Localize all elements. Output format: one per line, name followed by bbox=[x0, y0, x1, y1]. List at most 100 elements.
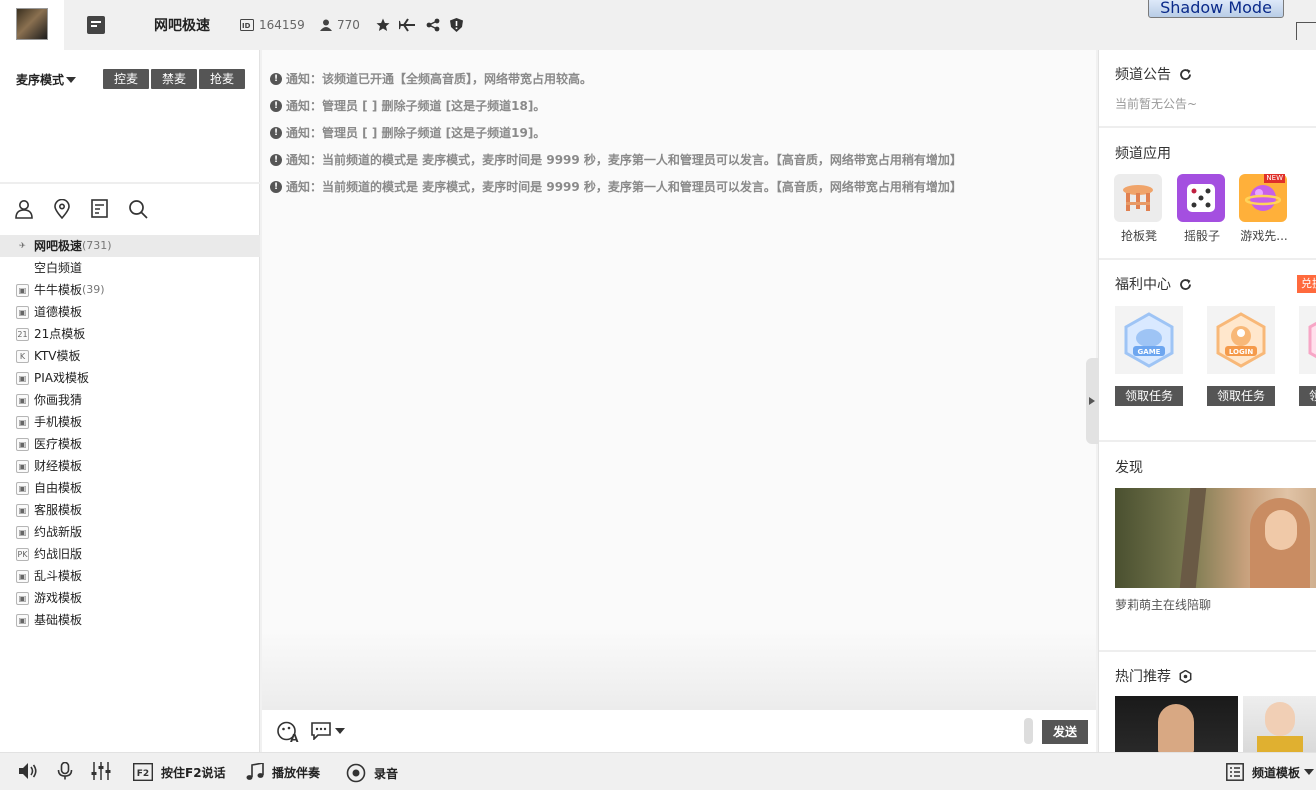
app-grab-bench[interactable]: 抢板凳 bbox=[1114, 174, 1164, 244]
channel-list: ✈ 网吧极速 (731) 空白频道 ▣ 牛牛模板 (39) ▣ 道德模板 21 21点模板 … bbox=[0, 235, 260, 631]
channel-item[interactable]: ▣ 道德模板 bbox=[0, 301, 260, 323]
apps-header: 频道应用 bbox=[1115, 146, 1171, 162]
divider bbox=[1099, 440, 1316, 442]
control-mic-button[interactable]: 控麦 bbox=[103, 69, 149, 89]
channel-item[interactable]: ▣ 约战新版 bbox=[0, 521, 260, 543]
pink-badge-icon bbox=[1299, 306, 1316, 374]
template-icon bbox=[1226, 763, 1244, 781]
share-icon[interactable] bbox=[426, 18, 440, 35]
mixer-icon[interactable] bbox=[91, 762, 119, 780]
collapse-handle[interactable] bbox=[1086, 358, 1098, 444]
dress-shape bbox=[1257, 736, 1303, 752]
menu-icon[interactable] bbox=[87, 16, 105, 37]
chevron-right-icon bbox=[1089, 397, 1095, 405]
channel-item[interactable]: K KTV模板 bbox=[0, 345, 260, 367]
send-button[interactable]: 发送 bbox=[1042, 720, 1088, 744]
channel-item[interactable]: ▣ 游戏模板 bbox=[0, 587, 260, 609]
user-avatar[interactable] bbox=[16, 8, 48, 40]
quick-reply-icon[interactable] bbox=[311, 722, 345, 740]
search-icon[interactable] bbox=[128, 199, 166, 222]
channel-item[interactable]: ▣ 乱斗模板 bbox=[0, 565, 260, 587]
notice-message: ! 通知：当前频道的模式是 麦序模式，麦序时间是 9999 秒，麦序第一人和管理员… bbox=[270, 151, 1090, 178]
k-icon: K bbox=[16, 349, 29, 363]
mode-row: 麦序模式 控麦 禁麦 抢麦 bbox=[16, 69, 248, 91]
left-toolbar bbox=[14, 198, 166, 222]
mode-select[interactable]: 麦序模式 bbox=[16, 71, 77, 88]
microphone-icon[interactable] bbox=[57, 762, 81, 780]
member-count: 770 bbox=[320, 17, 360, 33]
lock-icon: ▣ bbox=[16, 591, 29, 605]
channel-item[interactable]: ▣ 手机模板 bbox=[0, 411, 260, 433]
push-to-talk-button[interactable]: F2 按住F2说话 bbox=[133, 763, 226, 781]
svg-text:F2: F2 bbox=[137, 769, 149, 779]
lock-icon: ▣ bbox=[16, 305, 29, 319]
list-icon[interactable] bbox=[90, 199, 128, 222]
hot-thumbnail-2[interactable] bbox=[1243, 696, 1316, 752]
channel-id: ID 164159 bbox=[240, 18, 305, 32]
channel-item[interactable]: ▣ 客服模板 bbox=[0, 499, 260, 521]
channel-item[interactable]: ▣ 基础模板 bbox=[0, 609, 260, 631]
record-button[interactable]: 录音 bbox=[346, 763, 398, 783]
speaker-icon[interactable] bbox=[18, 762, 46, 780]
grab-mic-button[interactable]: 抢麦 bbox=[199, 69, 245, 89]
claim-task-button[interactable]: 领取任务 bbox=[1299, 386, 1316, 406]
input-scrollbar[interactable] bbox=[1024, 718, 1033, 744]
exchange-tag[interactable]: 兑换 bbox=[1297, 275, 1316, 293]
lock-icon: ▣ bbox=[16, 481, 29, 495]
channel-item[interactable]: ▣ 你画我猜 bbox=[0, 389, 260, 411]
location-icon[interactable] bbox=[52, 198, 90, 222]
discover-image[interactable] bbox=[1115, 488, 1316, 588]
stool-icon bbox=[1114, 174, 1162, 222]
channel-item[interactable]: ▣ 自由模板 bbox=[0, 477, 260, 499]
divider bbox=[1099, 650, 1316, 652]
left-panel: 麦序模式 控麦 禁麦 抢麦 ✈ 网吧极速 (731) 空白频道 ▣ 牛牛模板 (39) … bbox=[0, 50, 260, 752]
hot-thumbnail-1[interactable] bbox=[1115, 696, 1238, 752]
bottom-bar: F2 按住F2说话 播放伴奏 录音 频道模板 bbox=[0, 752, 1316, 790]
star-icon[interactable] bbox=[376, 18, 390, 35]
channel-item[interactable]: 21 21点模板 bbox=[0, 323, 260, 345]
caret-down-icon bbox=[1304, 769, 1315, 775]
warning-icon: ! bbox=[270, 127, 282, 139]
pk-icon: PK bbox=[16, 547, 29, 561]
window-corner-icon bbox=[1296, 22, 1316, 40]
shadow-mode-button[interactable]: Shadow Mode bbox=[1148, 0, 1284, 18]
user-icon[interactable] bbox=[14, 199, 52, 222]
divider bbox=[1099, 126, 1316, 128]
channel-item[interactable]: ✈ 网吧极速 (731) bbox=[0, 235, 260, 257]
face-shape bbox=[1158, 704, 1194, 752]
channel-item[interactable]: 空白频道 bbox=[0, 257, 260, 279]
face-shape bbox=[1265, 510, 1297, 550]
f2-key-icon: F2 bbox=[133, 763, 153, 781]
channel-item[interactable]: PK 约战旧版 bbox=[0, 543, 260, 565]
warning-icon: ! bbox=[270, 100, 282, 112]
lock-icon: ▣ bbox=[16, 503, 29, 517]
game-planet-icon: NEW bbox=[1239, 174, 1287, 222]
channel-item[interactable]: ▣ PIA戏模板 bbox=[0, 367, 260, 389]
hot-header: 热门推荐 bbox=[1115, 666, 1192, 686]
game-badge-label: GAME bbox=[1138, 348, 1161, 356]
lock-icon: ▣ bbox=[16, 437, 29, 451]
channel-item[interactable]: ▣ 牛牛模板 (39) bbox=[0, 279, 260, 301]
ban-mic-button[interactable]: 禁麦 bbox=[151, 69, 197, 89]
emoji-font-icon[interactable]: A bbox=[277, 721, 301, 746]
welfare-item-login: LOGIN 领取任务 bbox=[1207, 306, 1275, 406]
claim-task-button[interactable]: 领取任务 bbox=[1115, 386, 1183, 406]
21-icon: 21 bbox=[16, 327, 29, 341]
report-icon[interactable] bbox=[450, 18, 463, 35]
channel-template-menu[interactable]: 频道模板 bbox=[1226, 763, 1315, 781]
announcement-header: 频道公告 bbox=[1115, 64, 1192, 84]
channel-title: 网吧极速 bbox=[154, 18, 210, 34]
app-dice[interactable]: 摇骰子 bbox=[1177, 174, 1227, 244]
refresh-icon bbox=[1180, 278, 1191, 290]
notice-message: ! 通知：管理员 [ ] 删除子频道 [这是子频道19]。 bbox=[270, 124, 1090, 151]
channel-item[interactable]: ▣ 财经模板 bbox=[0, 455, 260, 477]
channel-item[interactable]: ▣ 医疗模板 bbox=[0, 433, 260, 455]
caret-down-icon bbox=[66, 76, 77, 83]
person-icon bbox=[320, 19, 332, 31]
lock-icon: ▣ bbox=[16, 415, 29, 429]
plane-icon[interactable] bbox=[398, 18, 415, 35]
play-music-button[interactable]: 播放伴奏 bbox=[246, 763, 320, 781]
discover-header: 发现 bbox=[1115, 460, 1143, 476]
claim-task-button[interactable]: 领取任务 bbox=[1207, 386, 1275, 406]
app-game-first[interactable]: NEW 游戏先... bbox=[1239, 174, 1289, 244]
